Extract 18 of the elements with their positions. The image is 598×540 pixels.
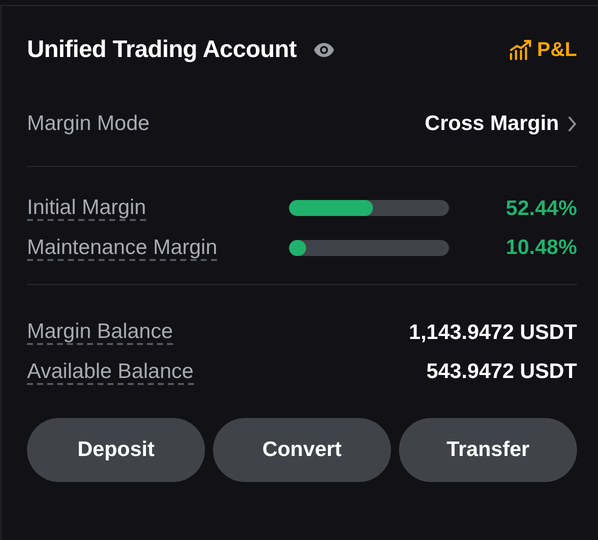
field-label: Margin Mode (27, 111, 150, 137)
chart-icon (509, 39, 533, 61)
eye-icon[interactable] (312, 42, 335, 58)
balance-value: 1,143.9472 USDT (408, 320, 577, 346)
pnl-button[interactable]: P&L (509, 35, 577, 65)
field-label[interactable]: Margin Balance (27, 320, 173, 346)
percent-value: 10.48% (504, 235, 577, 261)
margin-mode-button[interactable]: Cross Margin (424, 108, 577, 140)
field-label[interactable]: Initial Margin (27, 196, 146, 222)
chevron-right-icon (567, 114, 577, 133)
action-button[interactable]: Deposit (27, 418, 205, 482)
balance-value: 543.9472 USDT (426, 359, 577, 385)
field-label[interactable]: Maintenance Margin (27, 236, 218, 261)
action-button[interactable]: Transfer (399, 418, 577, 482)
percent-value: 52.44% (504, 196, 577, 222)
card-title: Unified Trading Account (27, 35, 297, 65)
field-label[interactable]: Available Balance (27, 360, 194, 385)
action-button[interactable]: Convert (213, 418, 391, 482)
